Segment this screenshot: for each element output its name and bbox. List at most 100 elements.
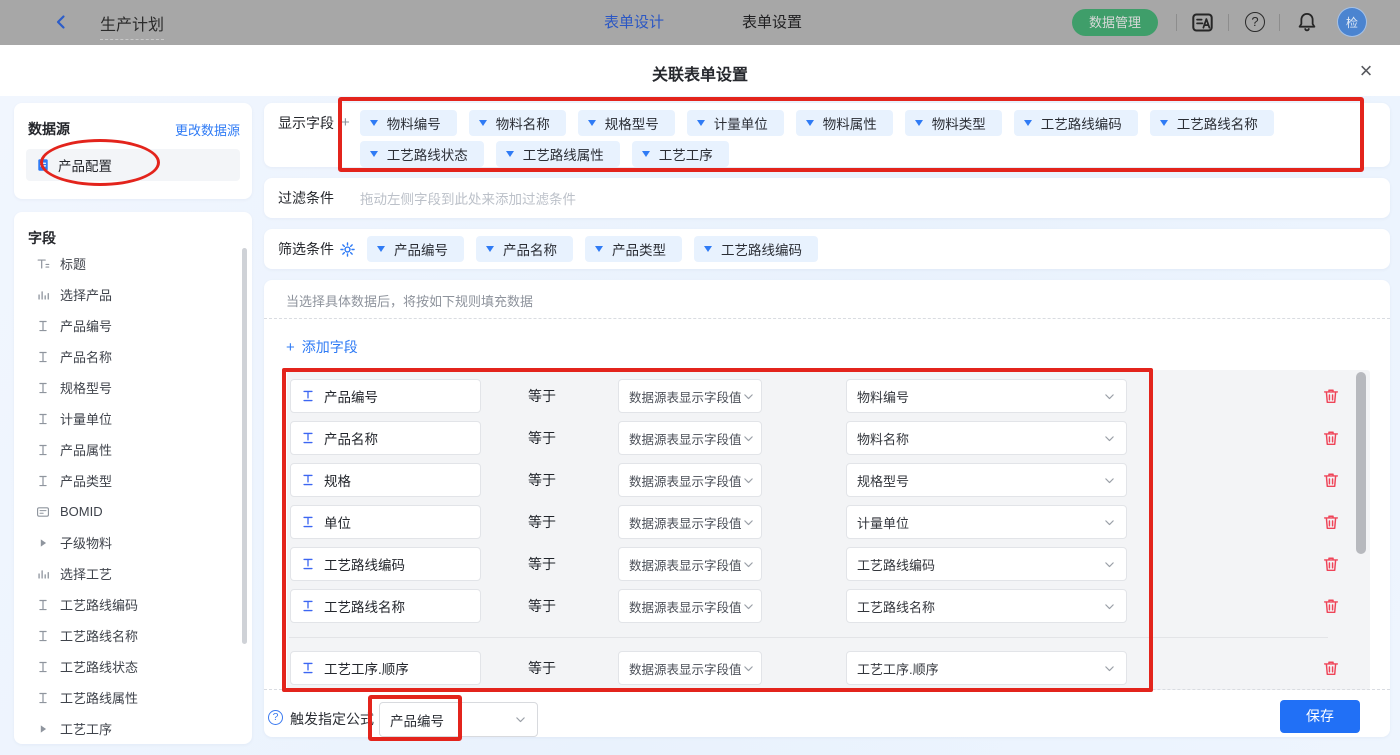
trash-icon[interactable] — [1322, 471, 1340, 489]
display-field-chip[interactable]: 工艺路线名称 — [1150, 110, 1274, 136]
trash-icon[interactable] — [1322, 659, 1340, 677]
rule-target-field-box[interactable]: 产品编号 — [290, 379, 481, 413]
rule-source-type-value: 数据源表显示字段值 — [629, 659, 742, 678]
add-field-button[interactable]: + 添加字段 — [286, 337, 358, 357]
rule-source-field-select[interactable]: 规格型号 — [846, 463, 1127, 497]
chip-label: 物料编号 — [387, 113, 441, 133]
rule-source-field-select[interactable]: 工艺路线名称 — [846, 589, 1127, 623]
back-icon[interactable] — [53, 14, 69, 30]
gear-icon[interactable] — [340, 242, 355, 257]
display-field-chip[interactable]: 工艺路线编码 — [1014, 110, 1138, 136]
display-field-chip[interactable]: 物料类型 — [905, 110, 1002, 136]
trash-icon[interactable] — [1322, 429, 1340, 447]
rule-source-type-select[interactable]: 数据源表显示字段值 — [618, 589, 762, 623]
filter-drop-placeholder: 拖动左侧字段到此处来添加过滤条件 — [360, 188, 576, 208]
change-datasource-link[interactable]: 更改数据源 — [175, 120, 240, 139]
tab-form-design[interactable]: 表单设计 — [604, 0, 664, 45]
rule-source-type-select[interactable]: 数据源表显示字段值 — [618, 379, 762, 413]
field-list-item[interactable]: 工艺路线编码 — [28, 589, 236, 620]
trash-icon[interactable] — [1322, 597, 1340, 615]
field-list-item[interactable]: 工艺路线名称 — [28, 620, 236, 651]
rule-source-field-select[interactable]: 物料名称 — [846, 421, 1127, 455]
filter-condition-card[interactable]: 过滤条件 拖动左侧字段到此处来添加过滤条件 — [264, 178, 1390, 218]
field-list-item[interactable]: 工艺路线状态 — [28, 651, 236, 682]
chevron-down-icon — [742, 516, 755, 529]
trigger-field-select[interactable]: 产品编号 — [379, 702, 538, 737]
field-list-item[interactable]: 规格型号 — [28, 372, 236, 403]
rule-source-field-value: 物料编号 — [857, 387, 909, 406]
rule-source-type-select[interactable]: 数据源表显示字段值 — [618, 651, 762, 685]
chevron-down-icon — [704, 246, 712, 252]
sidebar-scrollbar[interactable] — [242, 248, 247, 644]
rule-target-field-label: 工艺路线编码 — [324, 554, 405, 574]
field-list-item[interactable]: 标题 — [28, 248, 236, 279]
help-icon[interactable]: ? — [1245, 12, 1265, 32]
screening-chip[interactable]: 产品名称 — [476, 236, 573, 262]
data-manage-button[interactable]: 数据管理 — [1072, 9, 1158, 36]
rule-rows: 产品编号 等于 数据源表显示字段值 物料编号 — [287, 370, 1370, 690]
display-field-chip[interactable]: 工艺路线状态 — [360, 141, 484, 167]
rule-source-type-select[interactable]: 数据源表显示字段值 — [618, 463, 762, 497]
bell-icon[interactable] — [1296, 11, 1318, 33]
chevron-down-icon — [486, 246, 494, 252]
rule-source-field-select[interactable]: 工艺路线编码 — [846, 547, 1127, 581]
display-field-chip[interactable]: 工艺工序 — [632, 141, 729, 167]
field-label: 产品编号 — [60, 316, 112, 335]
rule-source-type-select[interactable]: 数据源表显示字段值 — [618, 505, 762, 539]
field-list-item[interactable]: 计量单位 — [28, 403, 236, 434]
text-field-icon — [301, 557, 315, 571]
field-label: 产品名称 — [60, 347, 112, 366]
rule-source-type-select[interactable]: 数据源表显示字段值 — [618, 547, 762, 581]
display-field-chip[interactable]: 物料属性 — [796, 110, 893, 136]
chevron-down-icon — [1103, 474, 1116, 487]
chip-label: 工艺工序 — [659, 144, 713, 164]
chevron-down-icon — [1103, 432, 1116, 445]
close-icon[interactable]: × — [1352, 57, 1380, 85]
rule-target-field-box[interactable]: 工艺路线编码 — [290, 547, 481, 581]
rule-target-field-box[interactable]: 单位 — [290, 505, 481, 539]
field-list-item[interactable]: 子级物料 — [28, 527, 236, 558]
rule-operator-label: 等于 — [528, 421, 556, 455]
chevron-down-icon — [595, 246, 603, 252]
field-list-item[interactable]: 选择产品 — [28, 279, 236, 310]
rule-source-field-select[interactable]: 物料编号 — [846, 379, 1127, 413]
rule-target-field-box[interactable]: 工艺工序.顺序 — [290, 651, 481, 685]
rule-source-field-select[interactable]: 工艺工序.顺序 — [846, 651, 1127, 685]
add-display-field-button[interactable]: + — [341, 110, 350, 136]
display-field-chip[interactable]: 规格型号 — [578, 110, 675, 136]
trash-icon[interactable] — [1322, 387, 1340, 405]
help-icon[interactable]: ? — [268, 710, 283, 725]
rule-source-field-select[interactable]: 计量单位 — [846, 505, 1127, 539]
screening-chip[interactable]: 产品编号 — [367, 236, 464, 262]
rule-target-field-box[interactable]: 产品名称 — [290, 421, 481, 455]
field-list-item[interactable]: 产品编号 — [28, 310, 236, 341]
screening-chip[interactable]: 工艺路线编码 — [694, 236, 818, 262]
field-list-item[interactable]: 产品属性 — [28, 434, 236, 465]
field-list-item[interactable]: 工艺工序 — [28, 713, 236, 744]
chevron-down-icon — [1103, 662, 1116, 675]
avatar[interactable]: 检 — [1337, 7, 1367, 37]
field-list-item[interactable]: 产品名称 — [28, 341, 236, 372]
field-list-item[interactable]: BOMID — [28, 496, 236, 527]
datasource-item-product-config[interactable]: 产品配置 — [26, 149, 240, 181]
display-field-chip[interactable]: 物料名称 — [469, 110, 566, 136]
field-list-item[interactable]: 产品类型 — [28, 465, 236, 496]
display-field-chip[interactable]: 物料编号 — [360, 110, 457, 136]
trash-icon[interactable] — [1322, 513, 1340, 531]
rule-source-type-select[interactable]: 数据源表显示字段值 — [618, 421, 762, 455]
rule-operator-label: 等于 — [528, 463, 556, 497]
field-list-item[interactable]: 选择工艺 — [28, 558, 236, 589]
field-list-item[interactable]: 工艺路线属性 — [28, 682, 236, 713]
rule-target-field-box[interactable]: 工艺路线名称 — [290, 589, 481, 623]
rules-scrollbar[interactable] — [1356, 372, 1366, 554]
trash-icon[interactable] — [1322, 555, 1340, 573]
translate-icon[interactable] — [1191, 11, 1214, 34]
display-field-chip[interactable]: 计量单位 — [687, 110, 784, 136]
display-field-chip[interactable]: 工艺路线属性 — [496, 141, 620, 167]
breadcrumb-form-name[interactable]: 生产计划 — [100, 11, 164, 40]
tab-form-settings[interactable]: 表单设置 — [742, 0, 802, 45]
screening-chip[interactable]: 产品类型 — [585, 236, 682, 262]
save-button[interactable]: 保存 — [1280, 700, 1360, 733]
rule-operator-label: 等于 — [528, 547, 556, 581]
rule-target-field-box[interactable]: 规格 — [290, 463, 481, 497]
